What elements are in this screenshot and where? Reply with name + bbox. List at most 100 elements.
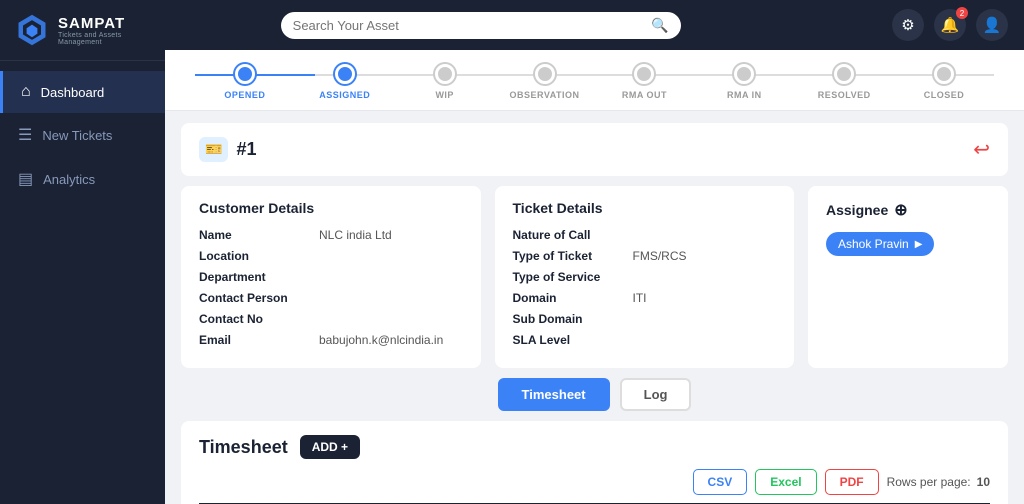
export-pdf-button[interactable]: PDF xyxy=(825,469,879,495)
field-label-contact-person: Contact Person xyxy=(199,291,319,305)
step-label-observation: OBSERVATION xyxy=(510,90,580,100)
step-resolved[interactable]: RESOLVED xyxy=(794,64,894,100)
timesheet-title: Timesheet xyxy=(199,437,288,458)
ticket-number: 🎫 #1 xyxy=(199,137,256,162)
add-timesheet-button[interactable]: ADD + xyxy=(300,435,360,459)
step-opened[interactable]: OPENED xyxy=(195,64,295,100)
logo-subtitle: Tickets and Assets Management xyxy=(58,32,151,46)
ticket-details-title: Ticket Details xyxy=(513,200,777,216)
sidebar-item-dashboard[interactable]: ⌂ Dashboard xyxy=(0,71,165,113)
field-value-name: NLC india Ltd xyxy=(319,228,392,242)
content-area: OPENED ASSIGNED WIP OBSERVATION RMA OUT xyxy=(165,50,1024,504)
step-label-resolved: RESOLVED xyxy=(818,90,871,100)
field-contact-person: Contact Person xyxy=(199,291,463,305)
field-value-domain: ITI xyxy=(633,291,647,305)
assignee-card: Assignee ⊕ Ashok Pravin ▶ xyxy=(808,186,1008,368)
logo: SAMPAT Tickets and Assets Management xyxy=(0,0,165,61)
step-dot-closed xyxy=(934,64,954,84)
step-rma-out[interactable]: RMA OUT xyxy=(595,64,695,100)
export-row: CSV Excel PDF Rows per page: 10 xyxy=(199,469,990,495)
step-dot-rma-in xyxy=(734,64,754,84)
step-assigned[interactable]: ASSIGNED xyxy=(295,64,395,100)
ticket-header: 🎫 #1 ↩ xyxy=(181,123,1008,176)
field-label-sla: SLA Level xyxy=(513,333,633,347)
assignee-chip[interactable]: Ashok Pravin ▶ xyxy=(826,232,934,256)
field-sla-level: SLA Level xyxy=(513,333,777,347)
step-dot-resolved xyxy=(834,64,854,84)
export-csv-button[interactable]: CSV xyxy=(693,469,748,495)
step-rma-in[interactable]: RMA IN xyxy=(694,64,794,100)
field-label-service-type: Type of Service xyxy=(513,270,633,284)
logo-title: SAMPAT xyxy=(58,15,151,32)
step-label-closed: CLOSED xyxy=(924,90,965,100)
stepper-container: OPENED ASSIGNED WIP OBSERVATION RMA OUT xyxy=(165,50,1024,111)
field-label-email: Email xyxy=(199,333,319,347)
field-label-sub-domain: Sub Domain xyxy=(513,312,633,326)
logo-icon xyxy=(14,12,50,48)
sidebar-nav: ⌂ Dashboard ☰ New Tickets ▤ Analytics xyxy=(0,61,165,504)
add-assignee-icon[interactable]: ⊕ xyxy=(894,200,907,220)
topbar: 🔍 ⚙ 🔔 2 👤 xyxy=(165,0,1024,50)
ticket-icon: 🎫 xyxy=(199,137,228,162)
step-closed[interactable]: CLOSED xyxy=(894,64,994,100)
search-bar: 🔍 xyxy=(281,12,681,39)
stepper: OPENED ASSIGNED WIP OBSERVATION RMA OUT xyxy=(195,64,994,100)
field-type-of-service: Type of Service xyxy=(513,270,777,284)
step-dot-opened xyxy=(235,64,255,84)
sidebar-item-label: Analytics xyxy=(43,172,95,187)
export-excel-button[interactable]: Excel xyxy=(755,469,816,495)
step-wip[interactable]: WIP xyxy=(395,64,495,100)
step-label-assigned: ASSIGNED xyxy=(319,90,370,100)
field-email: Email babujohn.k@nlcindia.in xyxy=(199,333,463,347)
field-sub-domain: Sub Domain xyxy=(513,312,777,326)
sidebar-item-analytics[interactable]: ▤ Analytics xyxy=(0,157,165,201)
rows-per-page: Rows per page: 10 xyxy=(887,475,990,489)
search-input[interactable] xyxy=(293,18,644,33)
step-label-opened: OPENED xyxy=(224,90,265,100)
field-label-name: Name xyxy=(199,228,319,242)
exit-button[interactable]: ↩ xyxy=(973,137,990,162)
sidebar: SAMPAT Tickets and Assets Management ⌂ D… xyxy=(0,0,165,504)
tabs-row: Timesheet Log xyxy=(181,378,1008,411)
step-observation[interactable]: OBSERVATION xyxy=(495,64,595,100)
notification-badge: 2 xyxy=(956,7,968,19)
sidebar-item-new-tickets[interactable]: ☰ New Tickets xyxy=(0,113,165,157)
field-label-department: Department xyxy=(199,270,319,284)
topbar-icons: ⚙ 🔔 2 👤 xyxy=(892,9,1008,41)
assignee-arrow-icon: ▶ xyxy=(915,239,923,250)
home-icon: ⌂ xyxy=(21,83,31,101)
field-department: Department xyxy=(199,270,463,284)
search-icon[interactable]: 🔍 xyxy=(651,17,668,34)
step-dot-rma-out xyxy=(634,64,654,84)
field-label-ticket-type: Type of Ticket xyxy=(513,249,633,263)
field-label-nature: Nature of Call xyxy=(513,228,633,242)
tab-timesheet[interactable]: Timesheet xyxy=(498,378,610,411)
field-contact-no: Contact No xyxy=(199,312,463,326)
gear-icon: ⚙ xyxy=(901,16,914,34)
field-location: Location xyxy=(199,249,463,263)
field-nature-of-call: Nature of Call xyxy=(513,228,777,242)
timesheet-section: Timesheet ADD + CSV Excel PDF Rows per p… xyxy=(181,421,1008,504)
sidebar-item-label: New Tickets xyxy=(42,128,112,143)
user-icon: 👤 xyxy=(983,16,1002,34)
details-row: Customer Details Name NLC india Ltd Loca… xyxy=(181,186,1008,368)
analytics-icon: ▤ xyxy=(18,169,33,189)
field-label-location: Location xyxy=(199,249,319,263)
timesheet-header: Timesheet ADD + xyxy=(199,435,990,459)
field-name: Name NLC india Ltd xyxy=(199,228,463,242)
field-value-email: babujohn.k@nlcindia.in xyxy=(319,333,443,347)
field-label-domain: Domain xyxy=(513,291,633,305)
list-icon: ☰ xyxy=(18,125,32,145)
assignee-title: Assignee ⊕ xyxy=(826,200,990,220)
customer-details-title: Customer Details xyxy=(199,200,463,216)
step-dot-wip xyxy=(435,64,455,84)
user-avatar-button[interactable]: 👤 xyxy=(976,9,1008,41)
ticket-details-card: Ticket Details Nature of Call Type of Ti… xyxy=(495,186,795,368)
content-inner: 🎫 #1 ↩ Customer Details Name NLC india L… xyxy=(165,123,1024,504)
notifications-button[interactable]: 🔔 2 xyxy=(934,9,966,41)
field-value-ticket-type: FMS/RCS xyxy=(633,249,687,263)
tab-log[interactable]: Log xyxy=(620,378,692,411)
step-label-wip: WIP xyxy=(435,90,454,100)
field-type-of-ticket: Type of Ticket FMS/RCS xyxy=(513,249,777,263)
settings-button[interactable]: ⚙ xyxy=(892,9,924,41)
